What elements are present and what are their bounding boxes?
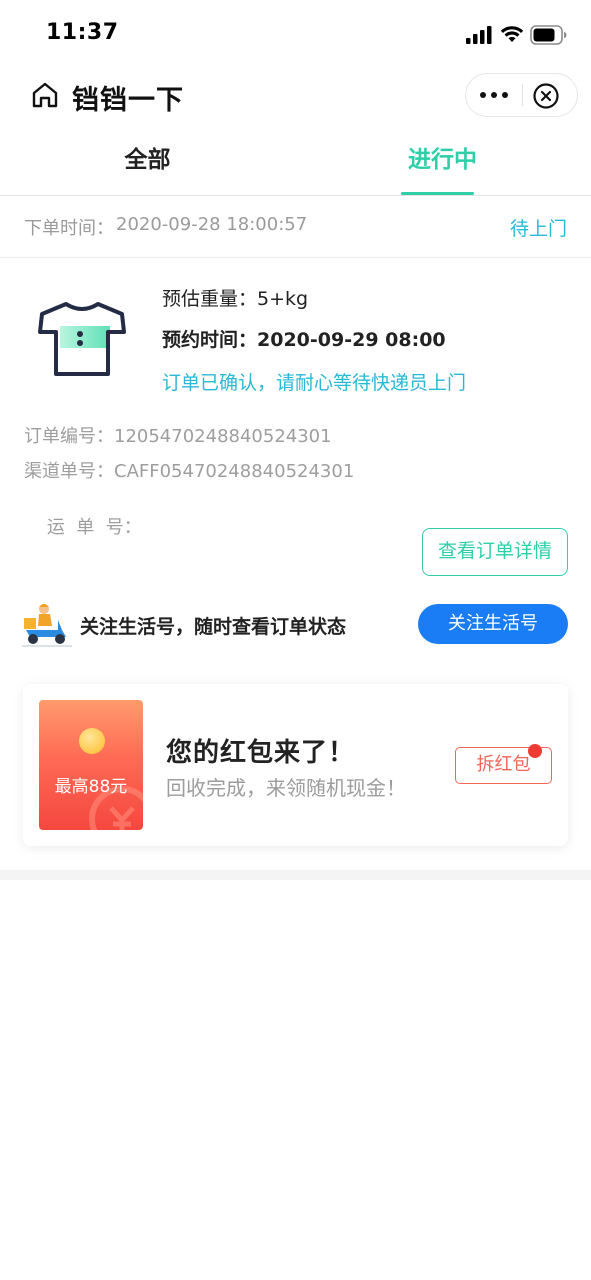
close-icon[interactable] — [532, 82, 560, 110]
order-tabs: 全部 进行中 — [0, 130, 591, 196]
channel-number: 渠道单号：CAFF05470248840524301 — [24, 457, 354, 483]
notification-dot — [528, 744, 542, 758]
waybill-number: 运 单 号： — [24, 492, 142, 560]
status-time: 11:37 — [46, 20, 119, 45]
navigation-bar: 铛铛一下 — [0, 66, 591, 126]
mini-program-capsule — [465, 73, 578, 117]
battery-icon — [530, 25, 567, 45]
active-tab-indicator — [401, 192, 474, 195]
wifi-icon — [500, 26, 524, 42]
channel-number-value: CAFF05470248840524301 — [114, 461, 355, 482]
tshirt-icon — [38, 302, 126, 376]
courier-scooter-icon — [22, 604, 72, 647]
weight-value: 5+kg — [257, 288, 309, 310]
order-status: 待上门 — [509, 218, 567, 240]
page-title: 铛铛一下 — [72, 85, 184, 116]
red-packet-max-amount: 最高88元 — [54, 777, 128, 797]
tab-all[interactable]: 全部 — [0, 130, 295, 196]
tab-in-progress[interactable]: 进行中 — [295, 130, 590, 196]
section-divider — [0, 870, 591, 880]
follow-prompt: 关注生活号，随时查看订单状态 — [80, 616, 347, 638]
status-bar: 11:37 — [0, 0, 591, 66]
order-number: 订单编号：120547024884052430​1 — [24, 422, 332, 448]
order-time-label: 下单时间： — [24, 218, 114, 239]
weight-label: 预估重量： — [162, 288, 258, 310]
estimated-weight: 预估重量：5+kg — [162, 284, 308, 311]
red-packet-title: 您的红包来了！ — [166, 738, 356, 768]
view-order-detail-button[interactable]: 查看订单详情 — [422, 528, 568, 576]
order-time-value: 2020-09-28 18:00:57 — [116, 214, 308, 235]
follow-account-button[interactable]: 关注生活号 — [418, 604, 568, 644]
appointment-time: 预约时间：2020-09-29 08:00 — [162, 325, 446, 352]
home-icon[interactable] — [30, 80, 60, 110]
red-packet-card[interactable]: 最高88元 您的红包来了！ 回收完成，来领随机现金！ 拆红包 — [23, 684, 568, 846]
waybill-label: 运 单 号： — [46, 517, 142, 538]
channel-number-label: 渠道单号： — [24, 461, 114, 482]
appointment-value: 2020-09-29 08:00 — [257, 329, 446, 351]
red-packet-image: 最高88元 — [39, 700, 143, 830]
order-list-page: 11:37 铛铛一下 全部 进行中 下单时间： 2020-09-28 18:00… — [0, 0, 591, 1280]
appointment-label: 预约时间： — [162, 329, 258, 351]
red-packet-subtitle: 回收完成，来领随机现金！ — [166, 776, 406, 800]
signal-icon — [466, 26, 492, 44]
coin-icon — [79, 728, 105, 754]
order-confirm-message: 订单已确认，请耐心等待快递员上门 — [162, 372, 467, 394]
capsule-divider — [522, 84, 523, 106]
order-number-value: 120547024884052430​1 — [114, 426, 332, 447]
order-header: 下单时间： 2020-09-28 18:00:57 待上门 — [0, 196, 591, 258]
more-icon[interactable] — [466, 74, 522, 116]
order-number-label: 订单编号： — [24, 426, 114, 447]
